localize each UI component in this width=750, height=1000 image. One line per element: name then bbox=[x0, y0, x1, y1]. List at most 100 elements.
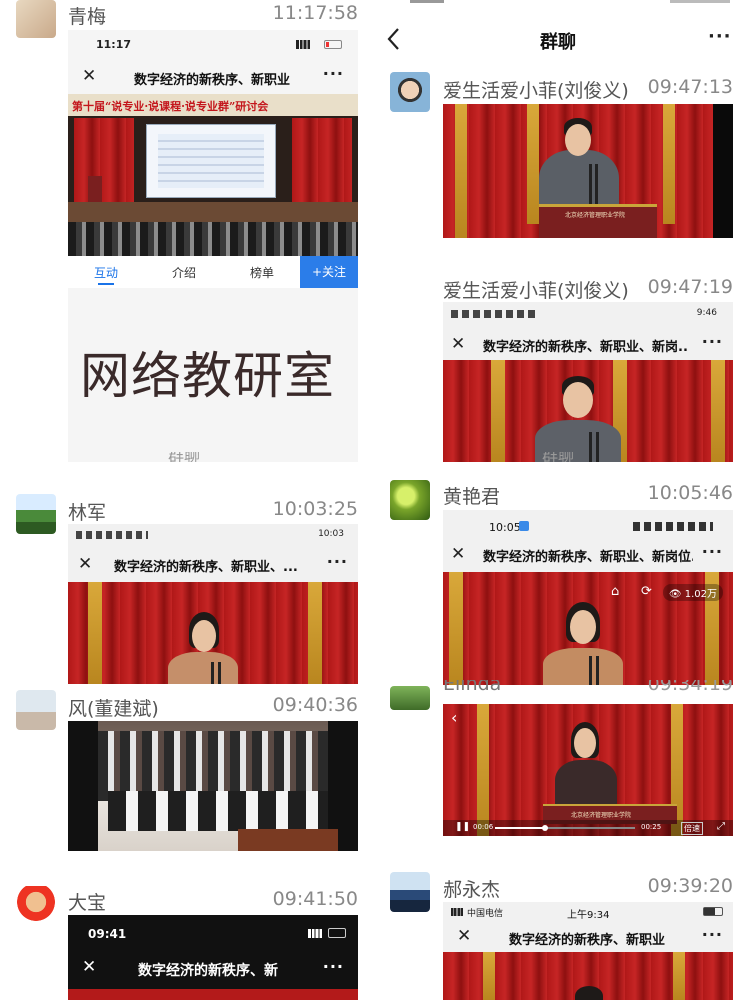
status-icons bbox=[633, 522, 713, 531]
progress-bar[interactable] bbox=[495, 825, 635, 831]
close-icon[interactable]: ✕ bbox=[451, 544, 465, 564]
close-icon[interactable]: ✕ bbox=[451, 334, 465, 354]
sender-name: Elinda bbox=[443, 680, 502, 694]
status-icons bbox=[76, 531, 148, 539]
screenshot-image[interactable]: 09:41 ✕ 数字经济的新秩序、新 ··· bbox=[68, 915, 358, 1000]
speed-button[interactable]: 倍速 bbox=[681, 822, 703, 835]
close-icon[interactable]: ✕ bbox=[78, 554, 92, 574]
back-icon[interactable]: ‹ bbox=[451, 708, 457, 727]
home-icon[interactable]: ⌂ bbox=[611, 584, 619, 599]
fullscreen-icon[interactable]: ⤢ bbox=[717, 821, 725, 832]
tab-bar: 互动 介绍 榜单 +关注 bbox=[68, 256, 358, 288]
back-icon[interactable] bbox=[386, 26, 402, 52]
tab-interact[interactable]: 互动 bbox=[94, 264, 118, 281]
pause-icon[interactable]: ❚❚ bbox=[455, 822, 470, 832]
avatar[interactable] bbox=[390, 872, 430, 912]
battery-icon bbox=[328, 928, 346, 938]
close-icon[interactable]: ✕ bbox=[82, 66, 96, 86]
follow-button[interactable]: +关注 bbox=[300, 256, 358, 288]
message-time: 10:05:46 bbox=[647, 482, 733, 504]
live-video-frame: ⌂ ⟳ 👁 1.02万 bbox=[443, 572, 733, 685]
chat-title: 群聊 bbox=[540, 32, 576, 53]
ghost-header: 群聊 bbox=[168, 452, 201, 462]
more-icon[interactable]: ··· bbox=[702, 542, 723, 561]
tab-intro[interactable]: 介绍 bbox=[172, 264, 196, 281]
status-time: 10:03 bbox=[318, 529, 344, 539]
more-icon[interactable]: ··· bbox=[702, 925, 723, 944]
live-video-frame[interactable]: 北京经济管理职业学院 bbox=[443, 104, 733, 238]
app-icon bbox=[519, 521, 529, 531]
view-count-badge: 👁 1.02万 bbox=[662, 584, 723, 601]
rotate-icon[interactable]: ⟳ bbox=[641, 584, 652, 599]
banner-text: 第十届“说专业·说课程·说专业群”研讨会 bbox=[72, 100, 269, 113]
message-time: 09:40:36 bbox=[272, 694, 358, 716]
tab-ranking[interactable]: 榜单 bbox=[250, 264, 274, 281]
screenshot-image[interactable]: 9:46 ✕ 数字经济的新秩序、新职业、新岗... ··· bbox=[443, 302, 733, 462]
screenshot-image[interactable]: 10:05 ✕ 数字经济的新秩序、新职业、新岗位... ··· ⌂ ⟳ 👁 1.… bbox=[443, 510, 733, 685]
avatar[interactable] bbox=[390, 480, 430, 520]
carrier-label: 中国电信 bbox=[467, 909, 504, 919]
close-icon[interactable]: ✕ bbox=[82, 957, 96, 977]
message-time: 09:34:19 bbox=[647, 680, 733, 694]
status-icons bbox=[451, 310, 537, 318]
podium-text: 北京经济管理职业学院 bbox=[571, 812, 632, 819]
live-video-frame bbox=[443, 360, 733, 462]
status-time: 9:46 bbox=[696, 308, 717, 318]
avatar[interactable] bbox=[16, 494, 56, 534]
avatar[interactable] bbox=[16, 690, 56, 730]
time-start: 00:06 bbox=[473, 823, 494, 831]
more-icon[interactable]: ··· bbox=[323, 64, 344, 83]
page-title: 数字经济的新秩序、新 bbox=[138, 963, 278, 979]
sender-name: 大宝 bbox=[68, 892, 107, 914]
status-time: 09:41 bbox=[88, 927, 127, 941]
message-time: 11:17:58 bbox=[272, 2, 358, 24]
message-time: 09:41:50 bbox=[272, 888, 358, 910]
time-end: 00:25 bbox=[641, 823, 662, 831]
battery-icon bbox=[703, 907, 723, 916]
live-video-frame bbox=[443, 952, 733, 1000]
signal-icon bbox=[308, 929, 322, 938]
more-icon[interactable]: ··· bbox=[323, 957, 344, 976]
status-time: 10:05 bbox=[489, 521, 521, 534]
ghost-header: 群聊 bbox=[542, 452, 575, 462]
message-time: 09:39:20 bbox=[647, 875, 733, 897]
page-title: 数字经济的新秩序、新职业 bbox=[134, 73, 291, 88]
audience-photo[interactable] bbox=[68, 721, 358, 851]
sender-name: 郝永杰 bbox=[443, 879, 501, 901]
avatar[interactable] bbox=[390, 72, 430, 112]
big-overlay-text: 网络教研室 bbox=[80, 347, 335, 405]
more-icon[interactable]: ··· bbox=[327, 552, 348, 571]
sender-name: 风(董建斌) bbox=[68, 698, 159, 720]
eye-icon: 👁 bbox=[668, 589, 682, 600]
view-count: 1.02万 bbox=[684, 589, 717, 600]
more-icon[interactable]: ··· bbox=[702, 332, 723, 351]
screenshot-image[interactable]: 中国电信 上午9:34 ✕ 数字经济的新秩序、新职业 ··· bbox=[443, 902, 733, 1000]
signal-icon bbox=[296, 40, 310, 49]
sender-name: 爱生活爱小菲(刘俊义) bbox=[443, 80, 629, 102]
conference-hall-image: 第十届“说专业·说课程·说专业群”研讨会 bbox=[68, 94, 358, 256]
status-time: 上午9:34 bbox=[567, 910, 610, 921]
status-time: 11:17 bbox=[96, 38, 132, 51]
sender-name: 爱生活爱小菲(刘俊义) bbox=[443, 280, 629, 302]
page-title: 数字经济的新秩序、新职业、新岗... bbox=[483, 340, 689, 355]
message-time: 09:47:19 bbox=[647, 276, 733, 298]
signal-icon bbox=[451, 908, 463, 916]
avatar[interactable] bbox=[390, 686, 430, 710]
screenshot-image[interactable]: 10:03 ✕ 数字经济的新秩序、新职业、... ··· bbox=[68, 524, 358, 684]
live-video-frame bbox=[68, 582, 358, 684]
video-player[interactable]: ‹ 北京经济管理职业学院 ❚❚ 00:06 00:25 倍速 ⤢ bbox=[443, 704, 733, 836]
podium-text: 北京经济管理职业学院 bbox=[565, 212, 626, 219]
sender-name: 林军 bbox=[68, 502, 107, 524]
message-time: 09:47:13 bbox=[647, 76, 733, 98]
avatar[interactable] bbox=[16, 886, 56, 926]
battery-icon bbox=[324, 40, 342, 49]
page-title: 数字经济的新秩序、新职业、新岗位... bbox=[483, 550, 693, 565]
page-title: 数字经济的新秩序、新职业、... bbox=[114, 560, 298, 575]
more-icon[interactable]: ··· bbox=[708, 26, 732, 47]
page-title: 数字经济的新秩序、新职业 bbox=[509, 933, 666, 948]
screenshot-image[interactable]: 11:17 ✕ 数字经济的新秩序、新职业 ··· 第十届“说专业·说课程·说专业… bbox=[68, 30, 358, 462]
close-icon[interactable]: ✕ bbox=[457, 926, 471, 946]
player-controls: ❚❚ 00:06 00:25 倍速 ⤢ bbox=[443, 820, 733, 836]
top-status-fragment bbox=[390, 0, 750, 5]
avatar[interactable] bbox=[16, 0, 56, 38]
